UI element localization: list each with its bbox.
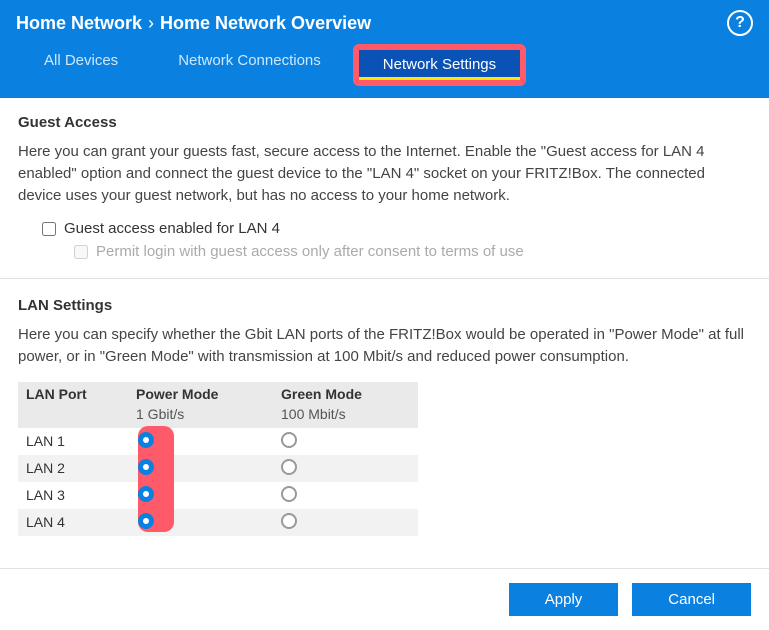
breadcrumb-page: Home Network Overview <box>160 13 371 34</box>
breadcrumb-separator: › <box>148 13 154 34</box>
lan-port-label: LAN 4 <box>18 509 128 536</box>
tab-network-settings[interactable]: Network Settings <box>359 50 520 80</box>
tab-all-devices[interactable]: All Devices <box>16 44 146 86</box>
guest-enable-row[interactable]: Guest access enabled for LAN 4 <box>42 220 751 237</box>
lan-port-label: LAN 3 <box>18 482 128 509</box>
power-mode-radio[interactable] <box>138 432 154 448</box>
power-mode-sub: 1 Gbit/s <box>128 406 273 428</box>
power-mode-radio[interactable] <box>138 459 154 475</box>
guest-enable-label: Guest access enabled for LAN 4 <box>64 220 280 237</box>
guest-access-title: Guest Access <box>18 114 751 131</box>
power-mode-radio[interactable] <box>138 513 154 529</box>
table-row: LAN 2 <box>18 455 418 482</box>
col-power-mode: Power Mode <box>128 382 273 406</box>
col-green-mode: Green Mode <box>273 382 418 406</box>
tab-highlight: Network Settings <box>353 44 526 86</box>
breadcrumb: Home Network › Home Network Overview ? <box>0 0 769 44</box>
guest-consent-row: Permit login with guest access only afte… <box>74 243 751 260</box>
col-lan-port: LAN Port <box>18 382 128 406</box>
breadcrumb-root[interactable]: Home Network <box>16 13 142 34</box>
lan-settings-title: LAN Settings <box>18 297 751 314</box>
table-row: LAN 3 <box>18 482 418 509</box>
green-mode-radio[interactable] <box>281 459 297 475</box>
power-mode-radio[interactable] <box>138 486 154 502</box>
footer-buttons: Apply Cancel <box>0 568 769 630</box>
guest-consent-label: Permit login with guest access only afte… <box>96 243 524 260</box>
lan-settings-desc: Here you can specify whether the Gbit LA… <box>18 324 751 368</box>
guest-enable-checkbox[interactable] <box>42 222 56 236</box>
cancel-button[interactable]: Cancel <box>632 583 751 616</box>
green-mode-radio[interactable] <box>281 432 297 448</box>
tab-network-connections[interactable]: Network Connections <box>150 44 349 86</box>
lan-port-label: LAN 1 <box>18 428 128 455</box>
guest-consent-checkbox <box>74 245 88 259</box>
green-mode-radio[interactable] <box>281 513 297 529</box>
help-icon[interactable]: ? <box>727 10 753 36</box>
apply-button[interactable]: Apply <box>509 583 619 616</box>
tabs: All Devices Network Connections Network … <box>0 44 769 98</box>
green-mode-sub: 100 Mbit/s <box>273 406 418 428</box>
lan-port-label: LAN 2 <box>18 455 128 482</box>
table-row: LAN 1 <box>18 428 418 455</box>
green-mode-radio[interactable] <box>281 486 297 502</box>
table-row: LAN 4 <box>18 509 418 536</box>
lan-table: LAN Port Power Mode Green Mode 1 Gbit/s … <box>18 382 418 536</box>
guest-access-desc: Here you can grant your guests fast, sec… <box>18 141 751 206</box>
divider <box>0 278 769 279</box>
